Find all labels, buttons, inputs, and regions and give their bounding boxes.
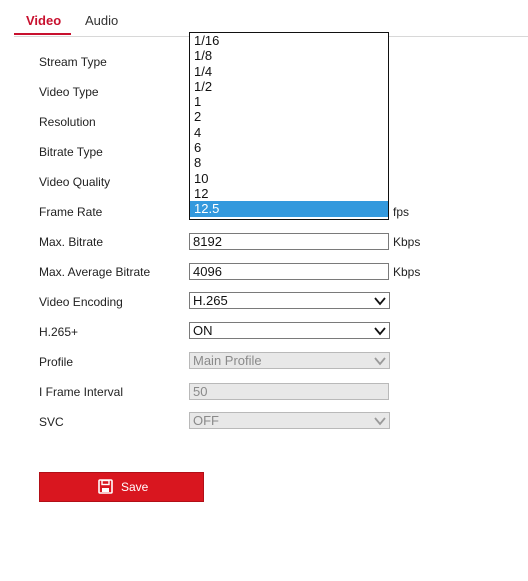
chevron-down-icon (374, 357, 386, 366)
max-avg-bitrate-input[interactable]: 4096 (189, 263, 389, 280)
frame-rate-option[interactable]: 4 (190, 125, 388, 140)
video-encoding-value: H.265 (193, 293, 228, 308)
frame-rate-option[interactable]: 6 (190, 140, 388, 155)
tab-audio[interactable]: Audio (85, 13, 118, 28)
frame-rate-option[interactable]: 10 (190, 171, 388, 186)
video-quality-label: Video Quality (39, 175, 111, 189)
frame-rate-unit: fps (393, 205, 410, 219)
frame-rate-dropdown-list[interactable]: 1/16 1/8 1/4 1/2 1 2 4 6 8 10 12 12.5 (189, 32, 389, 220)
video-type-label: Video Type (39, 85, 99, 99)
max-bitrate-unit: Kbps (393, 235, 421, 249)
chevron-down-icon (374, 297, 386, 306)
chevron-down-icon (374, 417, 386, 426)
profile-value: Main Profile (193, 353, 262, 368)
frame-rate-option[interactable]: 2 (190, 109, 388, 124)
save-button[interactable]: Save (39, 472, 204, 502)
svc-value: OFF (193, 413, 219, 428)
chevron-down-icon (374, 327, 386, 336)
frame-rate-option[interactable]: 12 (190, 186, 388, 201)
svc-select: OFF (189, 412, 390, 429)
max-bitrate-label: Max. Bitrate (39, 235, 104, 249)
video-encoding-label: Video Encoding (39, 295, 123, 309)
i-frame-interval-label: I Frame Interval (39, 385, 124, 399)
max-avg-bitrate-unit: Kbps (393, 265, 421, 279)
max-avg-bitrate-label: Max. Average Bitrate (39, 265, 151, 279)
svc-label: SVC (39, 415, 64, 429)
max-bitrate-input[interactable]: 8192 (189, 233, 389, 250)
active-tab-indicator (14, 33, 71, 35)
save-icon (98, 479, 113, 494)
frame-rate-option[interactable]: 8 (190, 155, 388, 170)
frame-rate-option[interactable]: 12.5 (190, 201, 388, 217)
stream-type-label: Stream Type (39, 55, 107, 69)
h265plus-value: ON (193, 323, 213, 338)
i-frame-interval-input: 50 (189, 383, 389, 400)
h265plus-select[interactable]: ON (189, 322, 390, 339)
profile-label: Profile (39, 355, 74, 369)
frame-rate-option[interactable]: 1/2 (190, 79, 388, 94)
frame-rate-option[interactable]: 1/4 (190, 64, 388, 79)
bitrate-type-label: Bitrate Type (39, 145, 103, 159)
tab-video[interactable]: Video (26, 13, 61, 28)
frame-rate-label: Frame Rate (39, 205, 103, 219)
frame-rate-option[interactable]: 1/16 (190, 33, 388, 48)
frame-rate-option[interactable]: 1 (190, 94, 388, 109)
profile-select: Main Profile (189, 352, 390, 369)
h265plus-label: H.265+ (39, 325, 79, 339)
video-encoding-select[interactable]: H.265 (189, 292, 390, 309)
resolution-label: Resolution (39, 115, 96, 129)
frame-rate-option[interactable]: 1/8 (190, 48, 388, 63)
save-button-label: Save (121, 480, 149, 494)
